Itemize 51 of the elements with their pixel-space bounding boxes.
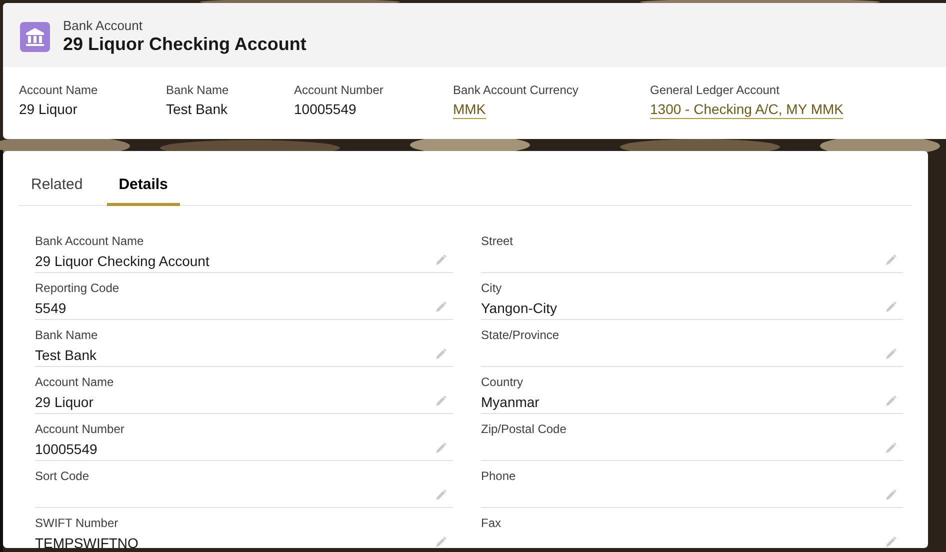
field-value: 10005549 — [294, 100, 358, 118]
field-label: SWIFT Number — [35, 515, 120, 531]
edit-icon[interactable] — [885, 348, 897, 360]
edit-icon[interactable] — [885, 301, 897, 313]
edit-icon[interactable] — [435, 254, 447, 266]
field-label: Zip/Postal Code — [481, 421, 568, 437]
field-label: General Ledger Account — [650, 83, 780, 97]
field-label: Sort Code — [35, 468, 90, 484]
tab[interactable]: Related — [19, 167, 95, 206]
bank-icon — [20, 22, 50, 52]
object-type-label: Bank Account — [63, 18, 144, 33]
edit-icon[interactable] — [435, 301, 447, 313]
field-value: 10005549 — [35, 440, 98, 459]
field-value: Myanmar — [481, 393, 540, 412]
field-value: Test Bank — [166, 100, 228, 118]
field-label: Account Number — [294, 83, 384, 97]
edit-icon[interactable] — [885, 254, 897, 266]
field-label: Account Name — [35, 374, 115, 390]
edit-icon[interactable] — [435, 489, 447, 501]
field-value: 29 Liquor — [19, 100, 78, 118]
field-label: Country — [481, 374, 524, 390]
field-label: State/Province — [481, 327, 560, 343]
edit-icon[interactable] — [885, 395, 897, 407]
field-link[interactable]: 1300 - Checking A/C, MY MMK — [650, 100, 844, 119]
record-title: 29 Liquor Checking Account — [63, 33, 306, 55]
field-label: Account Name — [19, 83, 99, 97]
field-label: Bank Account Name — [35, 233, 145, 249]
field-value: 5549 — [35, 299, 66, 318]
field-value: 29 Liquor Checking Account — [35, 252, 210, 271]
field-label: Account Number — [35, 421, 126, 437]
field-value: 29 Liquor — [35, 393, 94, 412]
field-label: Bank Name — [166, 83, 230, 97]
edit-icon[interactable] — [435, 536, 447, 548]
edit-icon[interactable] — [885, 536, 897, 548]
field-label: Reporting Code — [35, 280, 120, 296]
edit-icon[interactable] — [885, 442, 897, 454]
tab[interactable]: Details — [106, 167, 180, 206]
edit-icon[interactable] — [435, 442, 447, 454]
field-label: Bank Account Currency — [453, 83, 580, 97]
field-label: Street — [481, 233, 514, 249]
edit-icon[interactable] — [885, 489, 897, 501]
field-value: TEMPSWIFTNO — [35, 534, 138, 548]
field-label: Phone — [481, 468, 517, 484]
field-label: City — [481, 280, 503, 296]
field-link[interactable]: MMK — [453, 100, 486, 119]
field-value: Yangon-City — [481, 299, 558, 318]
field-label: Bank Name — [35, 327, 99, 343]
field-label: Fax — [481, 515, 502, 531]
edit-icon[interactable] — [435, 348, 447, 360]
field-value: Test Bank — [35, 346, 96, 365]
edit-icon[interactable] — [435, 395, 447, 407]
